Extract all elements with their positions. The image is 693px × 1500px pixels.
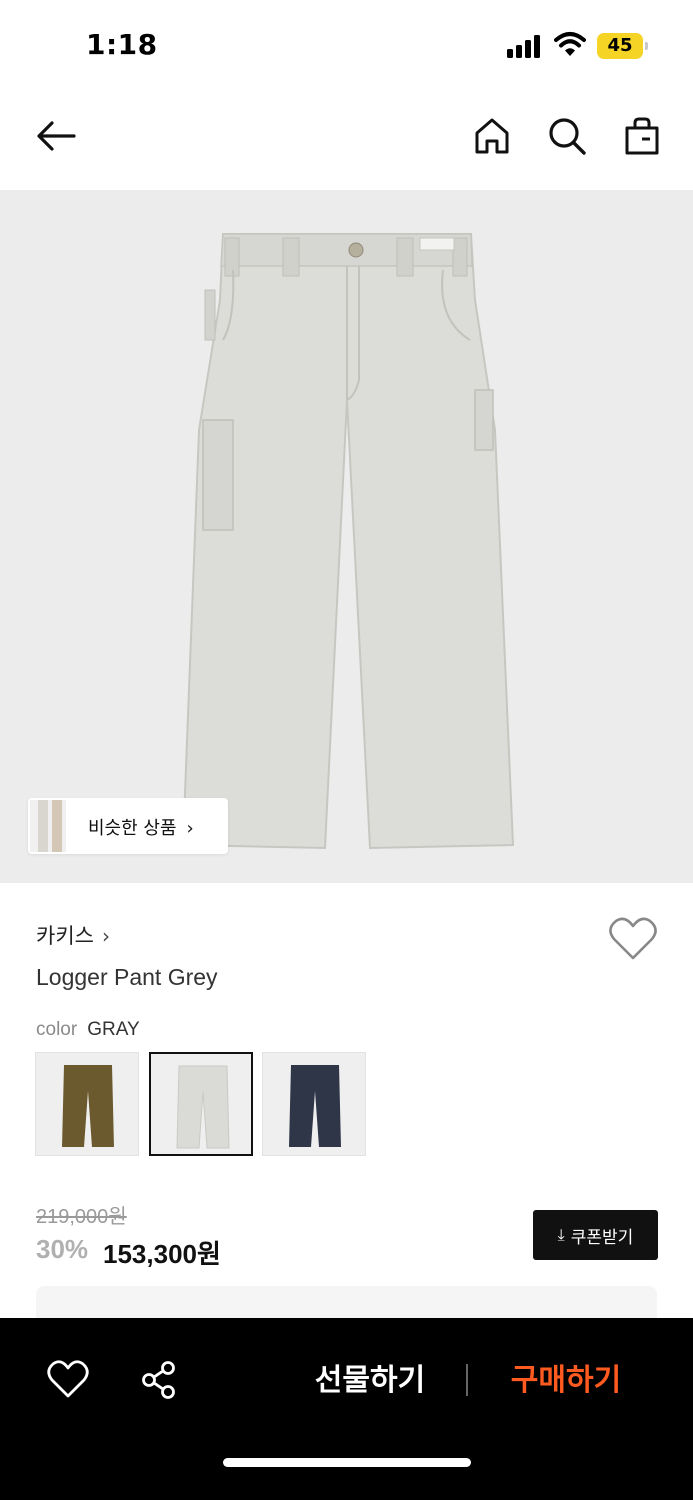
status-bar: 1:18 45	[0, 0, 693, 92]
search-icon[interactable]	[545, 114, 589, 158]
chevron-right-icon: ›	[101, 924, 110, 948]
color-swatch-navy[interactable]	[262, 1052, 366, 1156]
cellular-signal-icon	[507, 34, 543, 58]
battery-indicator: 45	[597, 33, 648, 59]
top-navigation	[0, 92, 693, 190]
home-indicator[interactable]	[223, 1458, 471, 1467]
product-image[interactable]: 비슷한 상품 ›	[0, 190, 693, 883]
coupon-label: 쿠폰받기	[570, 1227, 634, 1248]
home-icon[interactable]	[470, 114, 514, 158]
share-icon[interactable]	[137, 1358, 181, 1402]
product-name: Logger Pant Grey	[36, 964, 218, 990]
bottom-action-bar: 선물하기 구매하기	[0, 1318, 693, 1500]
chevron-right-icon: ›	[186, 818, 194, 839]
similar-product-thumbnail	[30, 800, 66, 852]
color-value: GRAY	[87, 1019, 140, 1040]
color-swatch-brown[interactable]	[35, 1052, 139, 1156]
status-time: 1:18	[86, 28, 158, 61]
coupon-download-button[interactable]: ⤓ 쿠폰받기	[533, 1210, 658, 1260]
back-arrow-icon[interactable]	[34, 114, 78, 158]
wifi-icon	[554, 30, 586, 58]
brand-link[interactable]: 카키스 ›	[36, 920, 110, 950]
download-icon: ⤓	[557, 1225, 565, 1244]
sale-price: 153,300원	[103, 1239, 221, 1269]
gift-button[interactable]: 선물하기	[300, 1356, 440, 1406]
heart-icon[interactable]	[608, 916, 658, 962]
brand-name: 카키스	[36, 924, 94, 948]
color-selector-label: color GRAY	[36, 1019, 140, 1041]
similar-products-button[interactable]: 비슷한 상품 ›	[28, 798, 228, 854]
buy-button[interactable]: 구매하기	[496, 1356, 636, 1406]
discount-rate: 30%	[36, 1234, 89, 1264]
similar-products-label: 비슷한 상품 ›	[88, 818, 194, 839]
shopping-bag-icon[interactable]	[620, 114, 664, 158]
product-pants-illustration	[181, 233, 515, 850]
color-key: color	[36, 1019, 78, 1040]
button-divider	[466, 1364, 468, 1396]
original-price: 219,000원	[36, 1206, 127, 1228]
heart-icon[interactable]	[46, 1358, 90, 1402]
color-swatch-gray[interactable]	[149, 1052, 253, 1156]
